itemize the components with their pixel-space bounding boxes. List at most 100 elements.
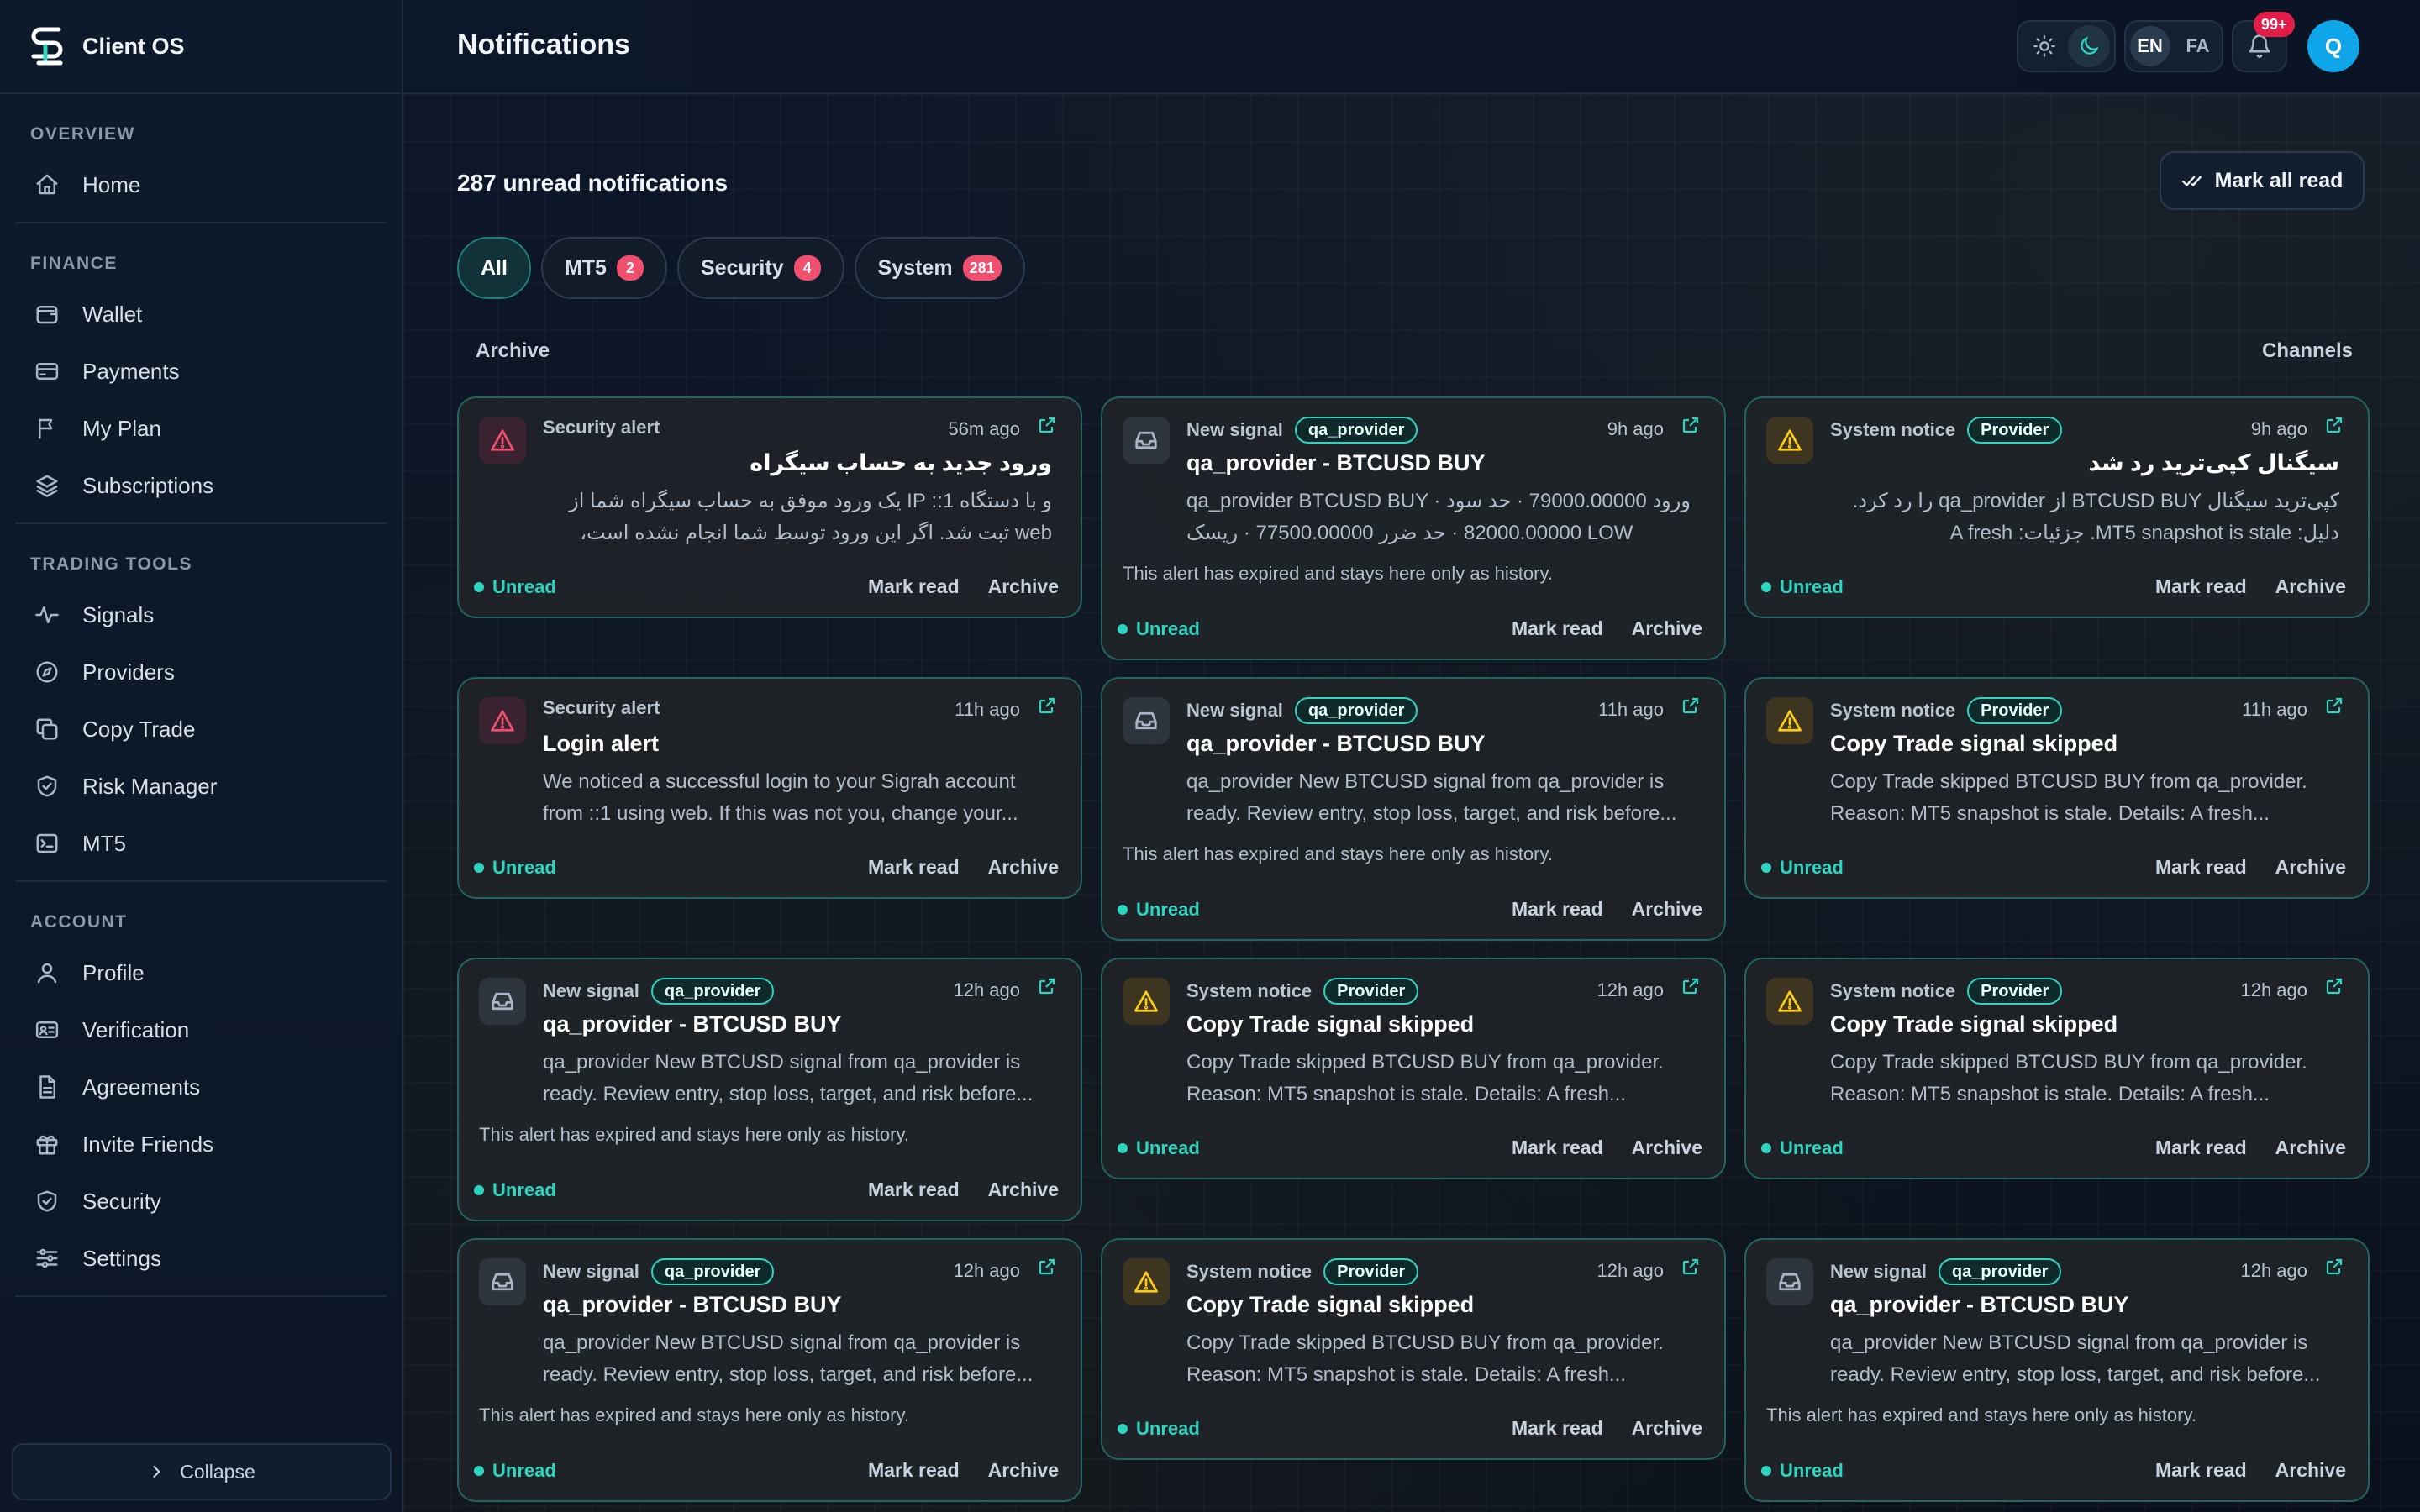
notification-title: سیگنال کپی‌ترید رد شد (2088, 450, 2339, 475)
external-link-icon[interactable] (1681, 696, 1702, 717)
notification-body: qa_provider New BTCUSD signal from qa_pr… (543, 1051, 1034, 1105)
unread-status: Unread (1761, 1137, 1844, 1159)
theme-light-button[interactable] (2023, 25, 2065, 67)
archive-button[interactable]: Archive (1632, 1137, 1702, 1159)
notification-card[interactable]: Security alert 56m ago ورود جدید به حساب س… (457, 396, 1082, 618)
mark-read-button[interactable]: Mark read (2155, 856, 2247, 879)
external-link-icon[interactable] (1681, 976, 1702, 998)
archive-button[interactable]: Archive (988, 1459, 1059, 1482)
notification-card[interactable]: New signal qa_provider 12h ago qa_provider … (457, 958, 1082, 1221)
mark-read-button[interactable]: Mark read (1512, 617, 1603, 640)
sidebar-item-risk-manager[interactable]: Risk Manager (15, 758, 387, 815)
mark-read-button[interactable]: Mark read (1512, 898, 1603, 921)
filter-tab-label: System (877, 255, 953, 280)
sidebar-item-signals[interactable]: Signals (15, 586, 387, 643)
notification-time: 12h ago (953, 1260, 1020, 1281)
language-toggle[interactable]: EN FA (2124, 20, 2223, 72)
notification-card[interactable]: System notice Provider 12h ago Copy Trade s… (1101, 1238, 1726, 1460)
archive-link[interactable]: Archive (476, 339, 550, 363)
mark-read-button[interactable]: Mark read (868, 575, 960, 598)
mark-read-button[interactable]: Mark read (2155, 1137, 2247, 1159)
expired-note: This alert has expired and stays here on… (479, 1124, 909, 1145)
lang-en-button[interactable]: EN (2129, 26, 2170, 66)
filter-tab-mt5[interactable]: MT5 2 (540, 237, 667, 299)
mark-all-read-button[interactable]: Mark all read (2160, 151, 2365, 210)
sidebar-item-copy-trade[interactable]: Copy Trade (15, 701, 387, 758)
mark-read-button[interactable]: Mark read (868, 1179, 960, 1201)
archive-button[interactable]: Archive (2275, 575, 2346, 598)
sidebar-item-providers[interactable]: Providers (15, 643, 387, 701)
notification-card[interactable]: New signal qa_provider 12h ago qa_provider … (457, 1238, 1082, 1502)
notification-card[interactable]: Security alert 11h ago Login alert We notic… (457, 677, 1082, 899)
archive-button[interactable]: Archive (1632, 1417, 1702, 1440)
external-link-icon[interactable] (1681, 1257, 1702, 1278)
channels-link[interactable]: Channels (2262, 339, 2353, 363)
archive-button[interactable]: Archive (1632, 898, 1702, 921)
collapse-button[interactable]: Collapse (12, 1443, 392, 1500)
warning-triangle-icon (479, 697, 526, 744)
notification-actions: Mark read Archive (868, 575, 1059, 598)
mark-read-button[interactable]: Mark read (1512, 1137, 1603, 1159)
sidebar-item-my-plan[interactable]: My Plan (15, 400, 387, 457)
avatar[interactable]: Q (2307, 20, 2360, 72)
sidebar-item-security[interactable]: Security (15, 1173, 387, 1230)
notification-actions: Mark read Archive (1512, 1417, 1702, 1440)
notification-card[interactable]: System notice Provider 11h ago Copy Trade s… (1744, 677, 2370, 899)
filter-tab-all[interactable]: All (457, 237, 531, 299)
sidebar-item-label: Payments (82, 358, 180, 384)
user-icon (34, 959, 60, 986)
archive-button[interactable]: Archive (2275, 1459, 2346, 1482)
external-link-icon[interactable] (1037, 696, 1059, 717)
mark-read-button[interactable]: Mark read (1512, 1417, 1603, 1440)
sidebar-item-settings[interactable]: Settings (15, 1230, 387, 1287)
sidebar-item-mt5[interactable]: MT5 (15, 815, 387, 872)
sidebar-item-subscriptions[interactable]: Subscriptions (15, 457, 387, 514)
notification-time: 12h ago (1597, 979, 1664, 1000)
sidebar-item-invite-friends[interactable]: Invite Friends (15, 1116, 387, 1173)
archive-button[interactable]: Archive (988, 575, 1059, 598)
notification-body: کپی‌ترید سیگنال BTCUSD BUY از qa_provide… (1852, 490, 2339, 544)
external-link-icon[interactable] (2324, 1257, 2346, 1278)
filter-tab-system[interactable]: System 281 (854, 237, 1025, 299)
external-link-icon[interactable] (2324, 696, 2346, 717)
sidebar-item-agreements[interactable]: Agreements (15, 1058, 387, 1116)
sidebar-item-label: Agreements (82, 1074, 201, 1100)
mark-read-button[interactable]: Mark read (2155, 1459, 2247, 1482)
notification-actions: Mark read Archive (1512, 1137, 1702, 1159)
notification-type: New signal (543, 1261, 639, 1282)
archive-button[interactable]: Archive (988, 856, 1059, 879)
sidebar-item-payments[interactable]: Payments (15, 343, 387, 400)
mark-read-button[interactable]: Mark read (868, 856, 960, 879)
notification-card[interactable]: New signal qa_provider 11h ago qa_provider … (1101, 677, 1726, 941)
external-link-icon[interactable] (1037, 1257, 1059, 1278)
archive-button[interactable]: Archive (988, 1179, 1059, 1201)
notification-card[interactable]: System notice Provider 9h ago سیگنال کپی‌تر… (1744, 396, 2370, 618)
theme-dark-button[interactable] (2067, 25, 2110, 67)
sidebar-item-home[interactable]: Home (15, 156, 387, 213)
double-check-icon (2181, 176, 2202, 186)
sidebar-item-profile[interactable]: Profile (15, 944, 387, 1001)
notification-card[interactable]: New signal qa_provider 9h ago qa_provider -… (1101, 396, 1726, 660)
brand[interactable]: Client OS (0, 0, 402, 94)
external-link-icon[interactable] (1681, 415, 1702, 437)
sidebar-item-wallet[interactable]: Wallet (15, 286, 387, 343)
external-link-icon[interactable] (1037, 976, 1059, 998)
notification-card[interactable]: New signal qa_provider 12h ago qa_provider … (1744, 1238, 2370, 1502)
external-link-icon[interactable] (1037, 415, 1059, 437)
mark-read-button[interactable]: Mark read (868, 1459, 960, 1482)
filter-tab-security[interactable]: Security 4 (676, 237, 844, 299)
sidebar-item-verification[interactable]: Verification (15, 1001, 387, 1058)
filter-tab-label: All (481, 255, 508, 280)
sidebar: Client OS OVERVIEW Home FINANCE Wallet Payme… (0, 0, 403, 1512)
notification-card[interactable]: System notice Provider 12h ago Copy Trade s… (1101, 958, 1726, 1179)
notification-card[interactable]: System notice Provider 12h ago Copy Trade s… (1744, 958, 2370, 1179)
archive-button[interactable]: Archive (2275, 1137, 2346, 1159)
external-link-icon[interactable] (2324, 976, 2346, 998)
sidebar-item-label: Verification (82, 1016, 190, 1042)
external-link-icon[interactable] (2324, 415, 2346, 437)
archive-button[interactable]: Archive (1632, 617, 1702, 640)
theme-toggle[interactable] (2017, 20, 2116, 72)
archive-button[interactable]: Archive (2275, 856, 2346, 879)
mark-read-button[interactable]: Mark read (2155, 575, 2247, 598)
lang-fa-button[interactable]: FA (2178, 26, 2218, 66)
